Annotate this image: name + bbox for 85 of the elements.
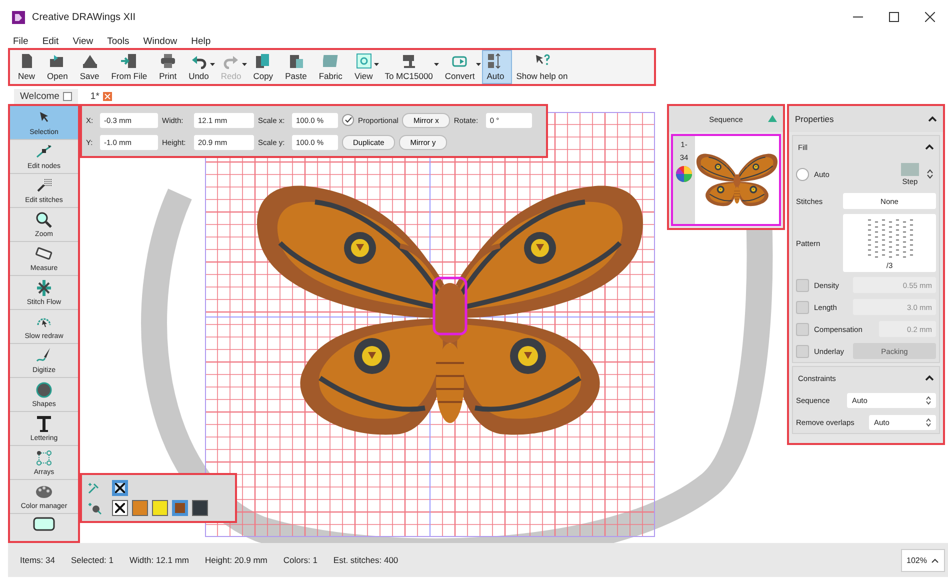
checkbox[interactable]: [796, 344, 809, 358]
chevron-up-icon: [928, 116, 937, 122]
chevron-up-icon: [931, 558, 939, 562]
status-text: Width: 12.1 mm: [130, 555, 190, 565]
stitch-sample-icon: [901, 162, 919, 176]
checkbox[interactable]: [796, 322, 809, 336]
magnifier-icon: [35, 211, 53, 229]
circle-icon: [35, 381, 53, 399]
chevron-up-icon: [925, 375, 934, 381]
toolbar-button[interactable]: Auto: [482, 51, 512, 83]
hoop-icon: [33, 517, 55, 531]
dropdown-caret-icon: [434, 63, 439, 66]
dots-grid-icon: [35, 449, 53, 467]
toolbar-button[interactable]: View: [350, 51, 380, 83]
menu-item[interactable]: File: [13, 36, 28, 46]
color-swatch[interactable]: [192, 500, 208, 516]
tray-icon: [82, 53, 98, 69]
spinner-icon: [927, 169, 933, 179]
document-tab[interactable]: Welcome: [14, 89, 78, 104]
app-logo-icon: [12, 10, 25, 24]
frame-icon: [356, 53, 372, 69]
color-wheel-icon: [676, 166, 692, 182]
no-color-swatch[interactable]: [112, 480, 128, 496]
redo-icon: [223, 53, 240, 69]
toolbar-button[interactable]: To MC15000: [380, 51, 440, 83]
color-swatch[interactable]: [152, 500, 168, 516]
menu-item[interactable]: View: [72, 36, 94, 46]
checkbox[interactable]: [796, 278, 809, 292]
toolbar-button[interactable]: Save: [76, 51, 106, 83]
selection-frame: [432, 276, 468, 336]
cross-arrows-icon: [35, 279, 53, 297]
letter-icon: [35, 415, 53, 433]
radio-button[interactable]: [796, 168, 809, 180]
close-tab-icon: [103, 92, 112, 101]
menu-item[interactable]: Window: [143, 36, 178, 46]
toolbar-button[interactable]: Print: [155, 51, 184, 83]
toolbar-button[interactable]: From File: [107, 51, 154, 83]
cross-icon: [115, 483, 125, 493]
toolbar-button[interactable]: Copy: [249, 51, 280, 83]
spinner-icon: [926, 418, 931, 426]
toolbar-button[interactable]: New: [14, 51, 42, 83]
spinner-icon: [926, 396, 931, 404]
print-icon: [160, 53, 176, 69]
toolbar-button[interactable]: Undo: [184, 51, 216, 83]
menu-item[interactable]: Edit: [42, 36, 59, 46]
triangle-icon: [768, 115, 777, 122]
menu-item[interactable]: Help: [191, 36, 211, 46]
undo-icon: [190, 53, 207, 69]
check-icon: [344, 117, 352, 123]
dropdown-caret-icon: [374, 63, 379, 66]
toolbar-button[interactable]: Paste: [281, 51, 314, 83]
checkbox[interactable]: [796, 300, 809, 314]
maximize-icon: [889, 12, 899, 22]
palette-icon: [35, 483, 53, 501]
copy-icon: [255, 53, 272, 69]
status-text: Est. stitches: 400: [333, 555, 398, 565]
folder-icon: [49, 53, 66, 69]
status-text: Items: 34: [20, 555, 55, 565]
dropdown-caret-icon: [476, 63, 481, 66]
status-text: Colors: 1: [283, 555, 318, 565]
fill-plus-icon: [88, 501, 102, 515]
cross-icon: [115, 503, 125, 513]
dropdown-caret-icon: [242, 63, 248, 66]
close-icon: [925, 12, 935, 22]
import-icon: [121, 53, 138, 69]
chevron-up-icon: [925, 144, 934, 150]
toolbar-button[interactable]: Convert: [440, 51, 482, 83]
panel-title: Properties: [795, 114, 834, 124]
checkbox[interactable]: [342, 114, 354, 126]
zoom-dropdown[interactable]: 102%: [900, 548, 945, 572]
toolbar-button[interactable]: Show help on: [512, 51, 575, 83]
toolbar-button[interactable]: Open: [43, 51, 75, 83]
grid-arrows-icon: [487, 53, 504, 69]
menu-item[interactable]: Tools: [107, 36, 130, 46]
color-swatch[interactable]: [172, 500, 188, 516]
status-text: Height: 20.9 mm: [205, 555, 268, 565]
dropdown-caret-icon: [210, 63, 215, 66]
fabric-icon: [322, 53, 339, 69]
window-title: Creative DRAWings XII: [32, 12, 137, 22]
toolbar-button[interactable]: Fabric: [314, 51, 350, 83]
close-tab-icon: [63, 92, 72, 101]
color-swatch[interactable]: [132, 500, 148, 516]
paste-icon: [288, 53, 304, 69]
no-color-swatch[interactable]: [112, 500, 128, 516]
status-text: Selected: 1: [70, 555, 114, 565]
